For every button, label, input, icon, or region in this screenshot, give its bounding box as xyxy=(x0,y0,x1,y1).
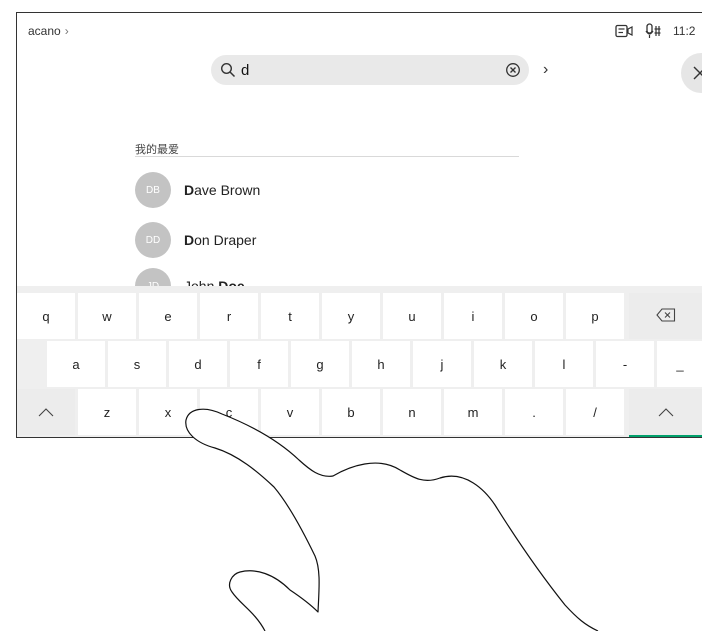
key-r[interactable]: r xyxy=(200,293,258,339)
name-rest: on Draper xyxy=(194,232,257,248)
shift-key-right[interactable] xyxy=(629,389,702,437)
key-w[interactable]: w xyxy=(78,293,136,339)
hand-outline xyxy=(185,408,599,631)
shift-icon xyxy=(38,405,54,420)
contact-name: Dave Brown xyxy=(184,182,260,198)
key-l[interactable]: l xyxy=(535,341,593,387)
contact-item[interactable]: DD Don Draper xyxy=(135,222,256,258)
key-f[interactable]: f xyxy=(230,341,288,387)
close-button[interactable] xyxy=(681,53,702,93)
top-bar: acano › 11:2 xyxy=(17,13,702,49)
key-k[interactable]: k xyxy=(474,341,532,387)
favorites-title: 我的最爱 xyxy=(135,144,179,156)
backspace-key[interactable] xyxy=(629,293,702,339)
name-rest: ave Brown xyxy=(194,182,261,198)
key-j[interactable]: j xyxy=(413,341,471,387)
clear-icon[interactable] xyxy=(505,62,521,83)
key-period[interactable]: . xyxy=(505,389,563,435)
key-h[interactable]: h xyxy=(352,341,410,387)
contact-item[interactable]: DB Dave Brown xyxy=(135,172,260,208)
key-underscore[interactable]: _ xyxy=(657,341,702,387)
key-q[interactable]: q xyxy=(17,293,75,339)
match-highlight: D xyxy=(184,182,195,198)
key-s[interactable]: s xyxy=(108,341,166,387)
status-icons: 11:2 xyxy=(615,21,702,41)
backspace-icon xyxy=(656,307,676,325)
chevron-right-icon[interactable]: › xyxy=(543,61,548,79)
section-divider xyxy=(135,156,519,157)
key-n[interactable]: n xyxy=(383,389,441,435)
shift-icon xyxy=(658,405,674,420)
search-bar[interactable] xyxy=(211,55,529,85)
key-d[interactable]: d xyxy=(169,341,227,387)
key-u[interactable]: u xyxy=(383,293,441,339)
breadcrumb[interactable]: acano › xyxy=(28,24,69,38)
on-screen-keyboard: q w e r t y u i o p a s d f g h j k l - … xyxy=(17,286,702,437)
key-e[interactable]: e xyxy=(139,293,197,339)
key-v[interactable]: v xyxy=(261,389,319,435)
key-m[interactable]: m xyxy=(444,389,502,435)
key-p[interactable]: p xyxy=(566,293,624,339)
key-y[interactable]: y xyxy=(322,293,380,339)
search-icon xyxy=(220,62,236,83)
key-b[interactable]: b xyxy=(322,389,380,435)
microphone-icon[interactable] xyxy=(645,23,661,39)
breadcrumb-chevron-icon: › xyxy=(64,24,69,38)
self-view-icon[interactable] xyxy=(615,24,633,38)
key-c[interactable]: c xyxy=(200,389,258,435)
key-t[interactable]: t xyxy=(261,293,319,339)
match-highlight: D xyxy=(184,232,195,248)
clock: 11:2 xyxy=(673,24,696,38)
key-slash[interactable]: / xyxy=(566,389,624,435)
key-x[interactable]: x xyxy=(139,389,197,435)
contact-name: Don Draper xyxy=(184,232,256,248)
key-a[interactable]: a xyxy=(47,341,105,387)
key-hyphen[interactable]: - xyxy=(596,341,654,387)
shift-key-left[interactable] xyxy=(17,389,75,435)
avatar: DB xyxy=(135,172,171,208)
key-g[interactable]: g xyxy=(291,341,349,387)
avatar: DD xyxy=(135,222,171,258)
key-z[interactable]: z xyxy=(78,389,136,435)
key-i[interactable]: i xyxy=(444,293,502,339)
key-o[interactable]: o xyxy=(505,293,563,339)
breadcrumb-label: acano xyxy=(28,24,61,38)
touch-panel-screen: acano› 11:2 › 我的最爱 DB Dave Brown xyxy=(16,12,702,438)
search-input[interactable] xyxy=(241,59,491,81)
